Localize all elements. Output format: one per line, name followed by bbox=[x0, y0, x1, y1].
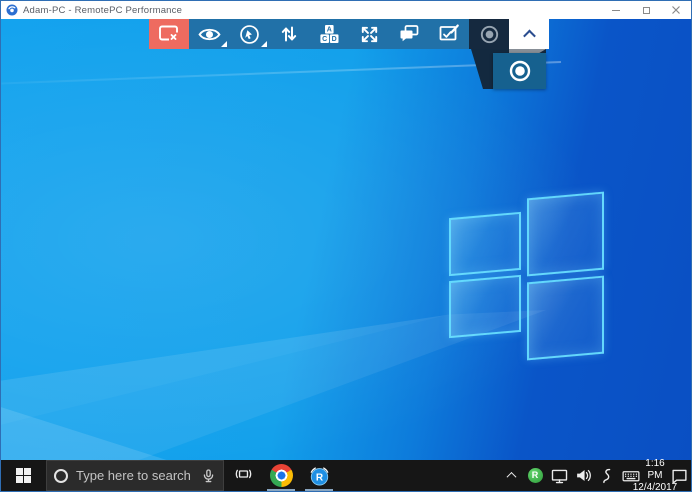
abc-blocks-icon: A C D bbox=[317, 22, 341, 46]
hidden-icons-button[interactable] bbox=[499, 460, 523, 491]
windows-logo-pane bbox=[449, 274, 521, 338]
performance-button[interactable] bbox=[229, 19, 269, 49]
volume-button[interactable] bbox=[571, 460, 595, 491]
clock-time: 1:16 PM bbox=[643, 458, 667, 482]
search-input[interactable]: Type here to search bbox=[46, 460, 224, 491]
record-icon bbox=[507, 58, 533, 84]
view-options-button[interactable] bbox=[189, 19, 229, 49]
microphone-icon[interactable] bbox=[201, 468, 216, 484]
chrome-icon bbox=[270, 464, 293, 487]
language-blocks-button[interactable]: A C D bbox=[309, 19, 349, 49]
restore-button[interactable] bbox=[631, 1, 661, 19]
eye-icon bbox=[197, 22, 222, 47]
remotepc-window: Adam-PC - RemotePC Performance bbox=[0, 0, 692, 492]
remotepc-tray-button[interactable]: R bbox=[523, 460, 547, 491]
close-icon bbox=[671, 5, 681, 15]
chat-bubbles-icon bbox=[397, 22, 421, 46]
svg-text:R: R bbox=[315, 472, 323, 483]
restore-icon bbox=[643, 7, 650, 14]
chevron-up-icon bbox=[506, 472, 516, 482]
remotepc-icon: R bbox=[308, 464, 331, 487]
windows-start-icon bbox=[16, 468, 31, 483]
whiteboard-pen-icon bbox=[437, 22, 461, 46]
light-beam bbox=[1, 19, 691, 460]
windows-ink-icon bbox=[599, 468, 615, 484]
windows-logo-pane bbox=[449, 212, 521, 276]
search-placeholder: Type here to search bbox=[76, 468, 193, 483]
window-controls bbox=[601, 1, 691, 19]
expand-arrows-icon bbox=[358, 23, 381, 46]
light-beam bbox=[1, 19, 691, 460]
volume-icon bbox=[575, 467, 592, 484]
remotepc-taskbar-button[interactable]: R bbox=[300, 460, 338, 491]
file-transfer-button[interactable] bbox=[269, 19, 309, 49]
record-icon bbox=[478, 23, 501, 46]
svg-text:D: D bbox=[332, 36, 337, 43]
transfer-arrows-icon bbox=[277, 22, 301, 46]
close-button[interactable] bbox=[661, 1, 691, 19]
record-button[interactable] bbox=[469, 19, 509, 49]
task-view-button[interactable] bbox=[224, 460, 262, 491]
disconnect-button[interactable] bbox=[149, 19, 189, 49]
session-toolbar: A C D bbox=[149, 19, 549, 49]
svg-text:C: C bbox=[322, 36, 327, 43]
remotepc-green-icon: R bbox=[528, 468, 543, 483]
svg-text:A: A bbox=[327, 27, 332, 34]
fullscreen-button[interactable] bbox=[349, 19, 389, 49]
windows-ink-button[interactable] bbox=[595, 460, 619, 491]
windows-logo-pane bbox=[527, 192, 604, 277]
network-button[interactable] bbox=[547, 460, 571, 491]
chat-button[interactable] bbox=[389, 19, 429, 49]
collapse-toolbar-button[interactable] bbox=[509, 19, 549, 49]
action-center-icon bbox=[671, 467, 688, 484]
pointer-circle-icon bbox=[238, 23, 261, 46]
taskbar-clock[interactable]: 1:16 PM 12/4/2017 bbox=[643, 460, 667, 491]
action-center-button[interactable] bbox=[667, 460, 691, 491]
remote-desktop-surface[interactable]: A C D bbox=[1, 19, 691, 460]
minimize-icon bbox=[612, 10, 620, 11]
monitor-close-icon bbox=[157, 22, 181, 46]
start-button[interactable] bbox=[1, 460, 46, 491]
remotepc-logo-icon[interactable] bbox=[6, 4, 18, 16]
windows-logo-pane bbox=[527, 276, 604, 361]
system-tray: R bbox=[499, 460, 691, 491]
light-beam bbox=[1, 19, 691, 460]
title-bar: Adam-PC - RemotePC Performance bbox=[1, 1, 691, 19]
chevron-up-icon bbox=[523, 29, 536, 42]
cortana-ring-icon bbox=[54, 469, 68, 483]
running-indicator bbox=[305, 489, 333, 491]
record-dropdown-option[interactable] bbox=[493, 53, 546, 89]
minimize-button[interactable] bbox=[601, 1, 631, 19]
whiteboard-button[interactable] bbox=[429, 19, 469, 49]
network-icon bbox=[551, 467, 568, 484]
taskbar: Type here to search R bbox=[1, 460, 691, 491]
chrome-taskbar-button[interactable] bbox=[262, 460, 300, 491]
window-title: Adam-PC - RemotePC Performance bbox=[23, 5, 182, 16]
task-view-icon bbox=[234, 466, 253, 485]
running-indicator bbox=[267, 489, 295, 491]
